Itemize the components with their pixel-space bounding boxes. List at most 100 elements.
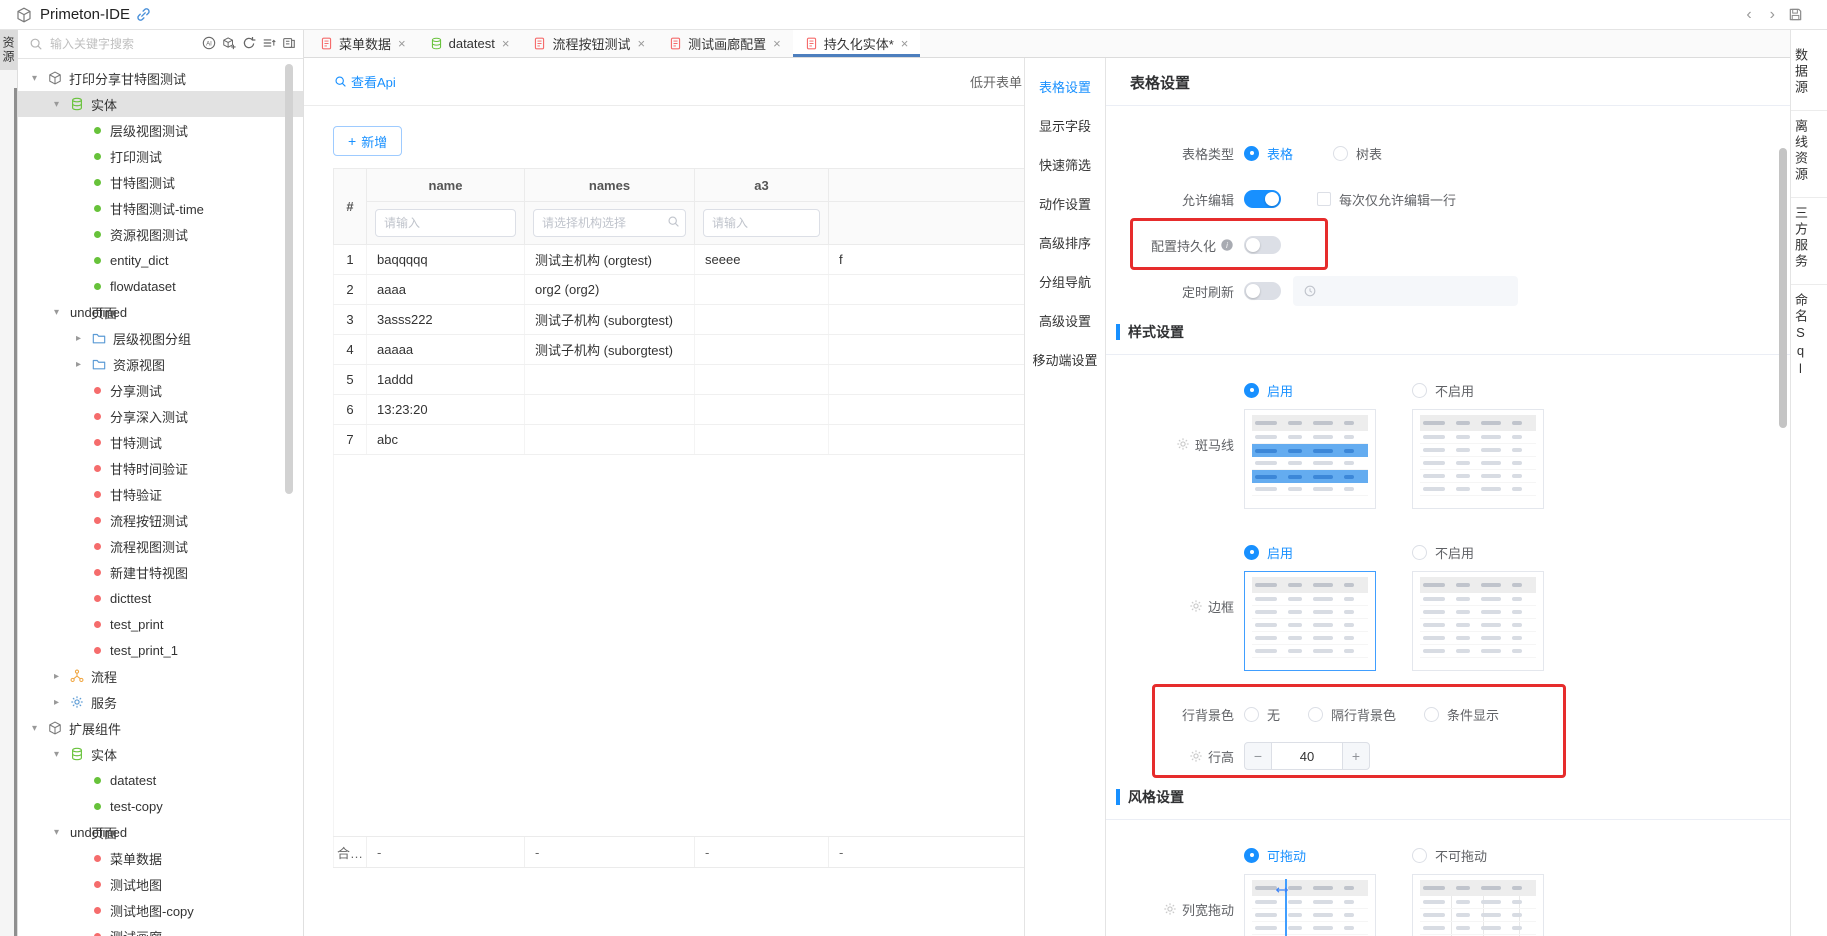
table-row[interactable]: 1baqqqqq测试主机构 (orgtest)seeeef bbox=[333, 245, 1024, 275]
chevron-left-icon[interactable]: ‹ bbox=[1737, 6, 1760, 24]
radio-button[interactable] bbox=[1244, 383, 1259, 398]
sidebar-scrollbar[interactable] bbox=[285, 64, 293, 494]
tree-item[interactable]: ▸流程 bbox=[18, 663, 303, 689]
tree-item[interactable]: 测试地图 bbox=[18, 871, 303, 897]
decrement-button[interactable]: − bbox=[1244, 742, 1272, 770]
preview-drag[interactable] bbox=[1244, 874, 1376, 936]
filter-input[interactable] bbox=[533, 209, 686, 237]
chevron-right-icon[interactable]: ▸ bbox=[76, 359, 92, 370]
radio-option[interactable]: 启用 bbox=[1244, 379, 1376, 401]
tree-item[interactable]: 打印测试 bbox=[18, 143, 303, 169]
tab-0[interactable]: 菜单数据× bbox=[308, 30, 418, 57]
settings-menu-item-4[interactable]: 高级排序 bbox=[1025, 224, 1105, 263]
tree-item[interactable]: ▸资源视图 bbox=[18, 351, 303, 377]
radio-option[interactable]: 不启用 bbox=[1412, 379, 1544, 401]
settings-menu-item-3[interactable]: 动作设置 bbox=[1025, 185, 1105, 224]
tree-item[interactable]: ▾打印分享甘特图测试 bbox=[18, 65, 303, 91]
add-button[interactable]: + 新增 bbox=[333, 126, 402, 156]
tree-item[interactable]: ▾实体 bbox=[18, 741, 303, 767]
tree-item[interactable]: 测试画廊 bbox=[18, 923, 303, 936]
chevron-down-icon[interactable]: ▾ bbox=[32, 73, 48, 84]
settings-menu-item-5[interactable]: 分组导航 bbox=[1025, 263, 1105, 302]
settings-menu-item-1[interactable]: 显示字段 bbox=[1025, 107, 1105, 146]
tree-item[interactable]: 分享测试 bbox=[18, 377, 303, 403]
chevron-down-icon[interactable]: ▾ bbox=[54, 307, 70, 318]
radio-button[interactable] bbox=[1412, 848, 1427, 863]
link-icon[interactable] bbox=[136, 7, 151, 22]
save-icon[interactable] bbox=[1788, 7, 1803, 22]
tree-item[interactable]: datatest bbox=[18, 767, 303, 793]
tree-item[interactable]: 甘特时间验证 bbox=[18, 455, 303, 481]
toggle-switch[interactable] bbox=[1244, 190, 1281, 208]
settings-menu-item-6[interactable]: 高级设置 bbox=[1025, 302, 1105, 341]
tab-4[interactable]: 持久化实体*× bbox=[793, 30, 921, 57]
tree-item[interactable]: 分享深入测试 bbox=[18, 403, 303, 429]
rail-tab-2[interactable]: 三方服务 bbox=[1791, 198, 1827, 285]
table-row[interactable]: 2aaaaorg2 (org2) bbox=[333, 275, 1024, 305]
rail-tab-0[interactable]: 数据源 bbox=[1791, 40, 1827, 111]
preview-plain[interactable] bbox=[1412, 571, 1544, 671]
radio-option[interactable]: 树表 bbox=[1333, 144, 1382, 163]
preview-bordered[interactable] bbox=[1244, 571, 1376, 671]
refresh-icon[interactable] bbox=[242, 36, 256, 50]
rail-tab-resources[interactable]: 资源 bbox=[0, 30, 17, 70]
tree-item[interactable]: 菜单数据 bbox=[18, 845, 303, 871]
close-icon[interactable]: × bbox=[637, 36, 645, 51]
rail-tab-3[interactable]: 命名Sql bbox=[1791, 285, 1827, 393]
tree-item[interactable]: ▾扩展组件 bbox=[18, 715, 303, 741]
tree-item[interactable]: ▾undefined页面 bbox=[18, 299, 303, 325]
preview-zebra[interactable] bbox=[1244, 409, 1376, 509]
tree-item[interactable]: 流程按钮测试 bbox=[18, 507, 303, 533]
tree-item[interactable]: test-copy bbox=[18, 793, 303, 819]
tree-item[interactable]: 测试地图-copy bbox=[18, 897, 303, 923]
tree-item[interactable]: entity_dict bbox=[18, 247, 303, 273]
radio-option[interactable]: 可拖动 bbox=[1244, 844, 1376, 866]
tree-item[interactable]: flowdataset bbox=[18, 273, 303, 299]
radio-option[interactable]: 表格 bbox=[1244, 144, 1293, 163]
tab-2[interactable]: 流程按钮测试× bbox=[521, 30, 657, 57]
info-icon[interactable]: i bbox=[1220, 238, 1234, 252]
preview-dragoff[interactable] bbox=[1412, 874, 1544, 936]
tree-item[interactable]: test_print bbox=[18, 611, 303, 637]
toggle-switch[interactable] bbox=[1244, 236, 1281, 254]
settings-menu-item-0[interactable]: 表格设置 bbox=[1025, 68, 1105, 107]
tree-item[interactable]: ▾undefined页面 bbox=[18, 819, 303, 845]
tree-item[interactable]: 甘特验证 bbox=[18, 481, 303, 507]
tree-item[interactable]: 新建甘特视图 bbox=[18, 559, 303, 585]
tab-3[interactable]: 测试画廊配置× bbox=[657, 30, 793, 57]
radio-button[interactable] bbox=[1244, 146, 1259, 161]
chevron-down-icon[interactable]: ▾ bbox=[32, 723, 48, 734]
chevron-right-icon[interactable]: › bbox=[1761, 6, 1784, 24]
table-row[interactable]: 4aaaaa测试子机构 (suborgtest) bbox=[333, 335, 1024, 365]
chevron-down-icon[interactable]: ▾ bbox=[54, 99, 70, 110]
chevron-right-icon[interactable]: ▸ bbox=[54, 671, 70, 682]
chevron-right-icon[interactable]: ▸ bbox=[76, 333, 92, 344]
radio-option[interactable]: 无 bbox=[1244, 705, 1280, 724]
refresh-interval-input[interactable] bbox=[1293, 276, 1518, 306]
radio-option[interactable]: 不可拖动 bbox=[1412, 844, 1544, 866]
table-row[interactable]: 33asss222测试子机构 (suborgtest) bbox=[333, 305, 1024, 335]
column-header[interactable]: name bbox=[367, 169, 525, 201]
radio-button[interactable] bbox=[1412, 545, 1427, 560]
tree-item[interactable]: 资源视图测试 bbox=[18, 221, 303, 247]
increment-button[interactable]: + bbox=[1342, 742, 1370, 770]
panel-scrollbar[interactable] bbox=[1779, 148, 1787, 428]
radio-button[interactable] bbox=[1424, 707, 1439, 722]
search-input[interactable] bbox=[50, 37, 199, 51]
column-header[interactable]: a3 bbox=[695, 169, 829, 201]
table-row[interactable]: 51addd bbox=[333, 365, 1024, 395]
filter-input[interactable] bbox=[703, 209, 820, 237]
tree-item[interactable]: 流程视图测试 bbox=[18, 533, 303, 559]
column-header[interactable] bbox=[829, 169, 1024, 201]
chevron-down-icon[interactable]: ▾ bbox=[54, 827, 70, 838]
radio-button[interactable] bbox=[1412, 383, 1427, 398]
view-api-link[interactable]: 查看Api bbox=[334, 72, 396, 91]
tree-item[interactable]: 甘特图测试-time bbox=[18, 195, 303, 221]
tree-item[interactable]: 层级视图测试 bbox=[18, 117, 303, 143]
table-row[interactable]: 7abc bbox=[333, 425, 1024, 455]
filter-input[interactable] bbox=[375, 209, 516, 237]
tree-item[interactable]: 甘特测试 bbox=[18, 429, 303, 455]
toggle-switch[interactable] bbox=[1244, 282, 1281, 300]
radio-button[interactable] bbox=[1244, 707, 1259, 722]
column-header[interactable]: names bbox=[525, 169, 695, 201]
